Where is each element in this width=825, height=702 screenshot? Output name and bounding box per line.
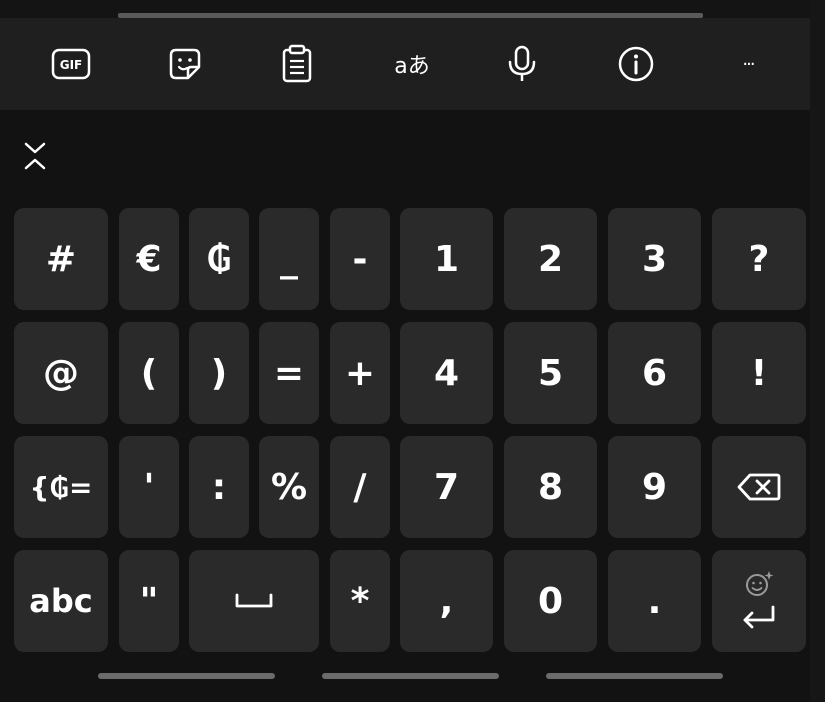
key-slash[interactable]: / — [330, 436, 390, 538]
keyboard-toolbar: GIF aあ ··· — [0, 18, 810, 110]
key-1[interactable]: 1 — [400, 208, 493, 310]
key-open-paren[interactable]: ( — [119, 322, 179, 424]
more-icon: ··· — [742, 53, 755, 75]
emoji-sparkle-icon — [746, 571, 774, 596]
voice-input-button[interactable] — [500, 42, 544, 86]
key-double-quote[interactable]: " — [119, 550, 179, 652]
key-3[interactable]: 3 — [608, 208, 701, 310]
key-underscore[interactable]: _ — [259, 208, 319, 310]
key-2[interactable]: 2 — [504, 208, 597, 310]
key-comma[interactable]: , — [400, 550, 493, 652]
key-0[interactable]: 0 — [504, 550, 597, 652]
clipboard-button[interactable] — [275, 42, 319, 86]
key-close-paren[interactable]: ) — [189, 322, 249, 424]
backspace-icon — [737, 473, 781, 501]
key-equals[interactable]: = — [259, 322, 319, 424]
key-hash[interactable]: # — [14, 208, 108, 310]
key-euro[interactable]: € — [119, 208, 179, 310]
key-period[interactable]: . — [608, 550, 701, 652]
enter-key[interactable] — [712, 550, 806, 652]
key-guarani[interactable]: ₲ — [189, 208, 249, 310]
translate-icon: aあ — [394, 54, 430, 79]
collapse-icon — [24, 142, 46, 170]
sticker-icon — [169, 48, 201, 80]
nav-bar-left — [98, 673, 275, 679]
space-key[interactable] — [189, 550, 319, 652]
key-at[interactable]: @ — [14, 322, 108, 424]
svg-text:GIF: GIF — [60, 58, 83, 72]
microphone-icon — [508, 45, 536, 81]
info-icon — [618, 46, 654, 82]
nav-bar-right — [546, 673, 723, 679]
key-colon[interactable]: : — [189, 436, 249, 538]
sticker-button[interactable] — [163, 42, 207, 86]
collapse-keyboard-button[interactable] — [20, 138, 50, 174]
key-question[interactable]: ? — [712, 208, 806, 310]
key-plus[interactable]: + — [330, 322, 390, 424]
info-button[interactable] — [614, 42, 658, 86]
backspace-key[interactable] — [712, 436, 806, 538]
key-apostrophe[interactable]: ' — [119, 436, 179, 538]
key-asterisk[interactable]: * — [330, 550, 390, 652]
key-4[interactable]: 4 — [400, 322, 493, 424]
right-edge — [810, 0, 825, 702]
translate-button[interactable]: aあ — [387, 42, 437, 86]
key-7[interactable]: 7 — [400, 436, 493, 538]
space-icon — [235, 593, 273, 608]
clipboard-icon — [282, 44, 312, 83]
key-abc[interactable]: abc — [14, 550, 108, 652]
gif-button[interactable]: GIF — [49, 42, 93, 86]
key-exclamation[interactable]: ! — [712, 322, 806, 424]
key-symbols-toggle[interactable]: {₲= — [14, 436, 108, 538]
key-8[interactable]: 8 — [504, 436, 597, 538]
key-hyphen[interactable]: - — [330, 208, 390, 310]
nav-bar-center — [322, 673, 499, 679]
key-percent[interactable]: % — [259, 436, 319, 538]
enter-icon — [743, 605, 775, 629]
key-6[interactable]: 6 — [608, 322, 701, 424]
key-5[interactable]: 5 — [504, 322, 597, 424]
more-options-button[interactable]: ··· — [726, 42, 770, 86]
key-9[interactable]: 9 — [608, 436, 701, 538]
gif-icon: GIF — [51, 48, 91, 80]
